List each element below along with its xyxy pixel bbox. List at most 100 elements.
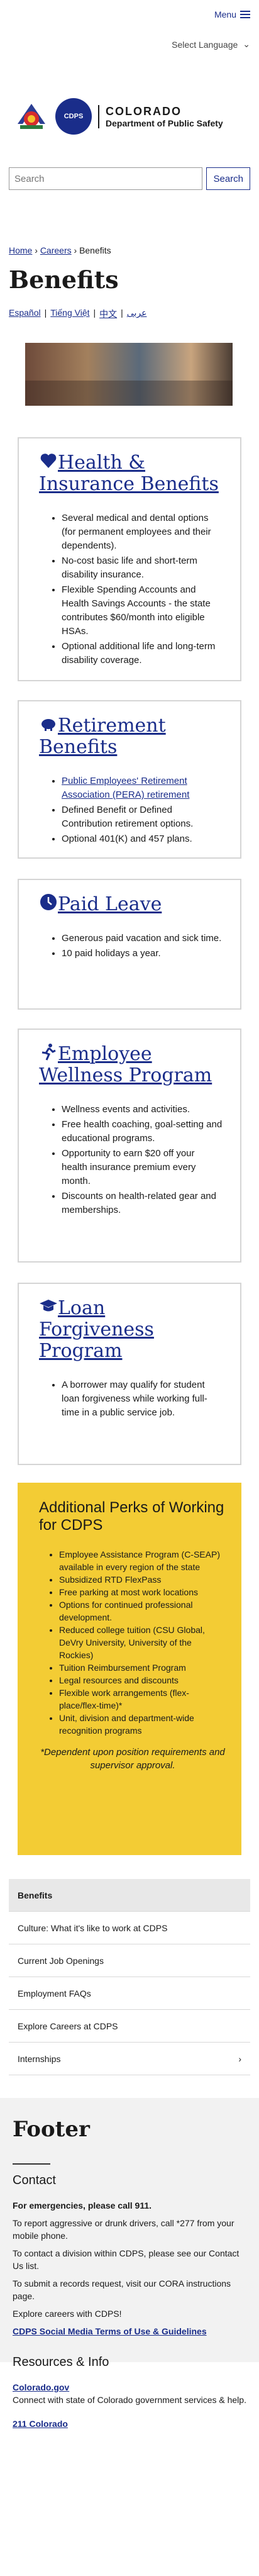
- list-item: A borrower may qualify for student loan …: [62, 1378, 223, 1420]
- list-item: Optional additional life and long-term d…: [62, 640, 223, 667]
- benefit-card-wellness: Employee Wellness Program Wellness event…: [18, 1029, 241, 1263]
- list-item: 10 paid holidays a year.: [62, 947, 223, 961]
- lang-link-arabic[interactable]: عربى: [127, 308, 147, 320]
- list-item: Flexible work arrangements (flex-place/f…: [59, 1687, 226, 1712]
- card-title-text: Employee Wellness Program: [39, 1043, 212, 1086]
- menu-label: Menu: [214, 9, 236, 20]
- two11-link[interactable]: 211 Colorado: [13, 2419, 68, 2429]
- language-links: Español | Tiếng Việt | 中文 | عربى: [9, 308, 147, 320]
- careers-text: Explore careers with CDPS!: [13, 2309, 122, 2319]
- benefit-card-loan-forgiveness: Loan Forgiveness Program A borrower may …: [18, 1283, 241, 1465]
- breadcrumb: Home › Careers › Benefits: [9, 245, 250, 255]
- lang-link-vietnamese[interactable]: Tiếng Việt: [50, 308, 89, 320]
- cdps-badge: CDPS: [55, 98, 92, 135]
- colorado-gov-link[interactable]: Colorado.gov: [13, 2382, 69, 2392]
- list-item: Discounts on health-related gear and mem…: [62, 1190, 223, 1217]
- list-item: Opportunity to earn $20 off your health …: [62, 1147, 223, 1188]
- top-bar: Menu Select Language ⌄: [0, 0, 259, 50]
- nav-item-internships[interactable]: Internships ›: [9, 2043, 250, 2075]
- graduation-cap-icon: [40, 1300, 57, 1312]
- language-select[interactable]: Select Language ⌄: [172, 39, 250, 50]
- logo-line-1: COLORADO: [106, 104, 182, 118]
- footer-title: Footer: [13, 2117, 90, 2142]
- nav-item-label: Internships: [18, 2053, 61, 2064]
- menu-button[interactable]: Menu: [214, 9, 250, 20]
- breadcrumb-separator: ›: [35, 245, 38, 255]
- benefit-card-retirement: Retirement Benefits Public Employees' Re…: [18, 700, 241, 859]
- contact-title: Contact: [13, 2173, 56, 2187]
- colorado-flag-icon: [14, 99, 49, 134]
- footer: Footer Contact For emergencies, please c…: [0, 2098, 259, 2429]
- search-button[interactable]: Search: [206, 167, 250, 190]
- card-title[interactable]: Paid Leave: [39, 893, 223, 915]
- divider: [13, 2163, 50, 2165]
- logo-line-2: Department of Public Safety: [106, 118, 223, 128]
- hero-image: [25, 343, 233, 406]
- list-item: Legal resources and discounts: [59, 1674, 226, 1687]
- benefit-list: A borrower may qualify for student loan …: [62, 1378, 223, 1420]
- search-bar: Search: [9, 167, 250, 190]
- list-item: No-cost basic life and short-term disabi…: [62, 554, 223, 582]
- contact-division-text: To contact a division within CDPS, pleas…: [13, 2248, 240, 2271]
- list-item: Tuition Reimbursement Program: [59, 1661, 226, 1674]
- breadcrumb-current: Benefits: [79, 245, 111, 255]
- card-title[interactable]: Retirement Benefits: [39, 714, 223, 758]
- card-title[interactable]: Loan Forgiveness Program: [39, 1296, 223, 1362]
- nav-item-culture[interactable]: Culture: What it's like to work at CDPS: [9, 1912, 250, 1944]
- aggressive-driver-text: To report aggressive or drunk drivers, c…: [13, 2218, 234, 2241]
- breadcrumb-home[interactable]: Home: [9, 245, 32, 255]
- list-item: Generous paid vacation and sick time.: [62, 932, 223, 945]
- colorado-gov-desc: Connect with state of Colorado governmen…: [13, 2395, 246, 2405]
- lang-link-spanish[interactable]: Español: [9, 308, 41, 320]
- perks-list: Employee Assistance Program (C-SEAP) ava…: [59, 1548, 226, 1737]
- benefit-card-paid-leave: Paid Leave Generous paid vacation and si…: [18, 879, 241, 1010]
- colorado-gov-block: Colorado.gov Connect with state of Color…: [13, 2381, 246, 2406]
- nav-item-faqs[interactable]: Employment FAQs: [9, 1977, 250, 2010]
- list-item: Unit, division and department-wide recog…: [59, 1712, 226, 1737]
- nav-item-benefits[interactable]: Benefits: [9, 1879, 250, 1912]
- list-item: Flexible Spending Accounts and Health Sa…: [62, 583, 223, 638]
- list-item: Wellness events and activities.: [62, 1103, 223, 1117]
- emergency-text: For emergencies, please call 911.: [13, 2200, 152, 2211]
- list-item: Public Employees' Retirement Association…: [62, 774, 223, 802]
- search-input[interactable]: [9, 167, 203, 190]
- piggy-bank-icon: [41, 719, 55, 731]
- running-person-icon: [41, 1044, 56, 1061]
- card-title[interactable]: Health & Insurance Benefits: [39, 451, 223, 495]
- breadcrumb-separator: ›: [74, 245, 77, 255]
- list-item: Defined Benefit or Defined Contribution …: [62, 803, 223, 831]
- nav-item-job-openings[interactable]: Current Job Openings: [9, 1944, 250, 1977]
- nav-item-label: Employment FAQs: [18, 1988, 91, 1999]
- clock-icon: [40, 894, 57, 910]
- nav-item-label: Current Job Openings: [18, 1955, 104, 1966]
- benefit-list: Several medical and dental options (for …: [62, 511, 223, 667]
- site-logo[interactable]: CDPS COLORADO Department of Public Safet…: [0, 88, 259, 145]
- page-title: Benefits: [9, 265, 119, 294]
- nav-item-explore-careers[interactable]: Explore Careers at CDPS: [9, 2010, 250, 2043]
- language-select-label: Select Language: [172, 39, 238, 50]
- benefit-list: Wellness events and activities. Free hea…: [62, 1103, 223, 1217]
- lang-link-chinese[interactable]: 中文: [99, 308, 117, 320]
- logo-text: COLORADO Department of Public Safety: [98, 104, 223, 128]
- chevron-down-icon: ⌄: [243, 39, 250, 49]
- heart-shield-icon: [40, 454, 57, 468]
- card-title[interactable]: Employee Wellness Program: [39, 1042, 223, 1086]
- benefit-list: Generous paid vacation and sick time. 10…: [62, 932, 223, 961]
- list-item: Several medical and dental options (for …: [62, 511, 223, 553]
- nav-item-label: Explore Careers at CDPS: [18, 2021, 118, 2031]
- records-request-text: To submit a records request, visit our C…: [13, 2278, 231, 2301]
- card-title-text: Health & Insurance Benefits: [39, 452, 219, 495]
- breadcrumb-careers[interactable]: Careers: [40, 245, 72, 255]
- section-nav: Benefits Culture: What it's like to work…: [9, 1879, 250, 2075]
- resources-title: Resources & Info: [13, 2355, 109, 2369]
- social-media-link[interactable]: CDPS Social Media Terms of Use & Guideli…: [13, 2326, 246, 2336]
- pera-link[interactable]: Public Employees' Retirement Association…: [62, 776, 189, 800]
- list-item: Optional 401(K) and 457 plans.: [62, 832, 223, 846]
- list-item: Free parking at most work locations: [59, 1586, 226, 1598]
- additional-perks-box: Additional Perks of Working for CDPS Emp…: [18, 1483, 241, 1855]
- nav-item-label: Culture: What it's like to work at CDPS: [18, 1922, 168, 1933]
- benefit-card-health: Health & Insurance Benefits Several medi…: [18, 437, 241, 681]
- benefit-list: Public Employees' Retirement Association…: [62, 774, 223, 846]
- list-item: Reduced college tuition (CSU Global, DeV…: [59, 1624, 226, 1661]
- card-title-text: Paid Leave: [58, 893, 162, 915]
